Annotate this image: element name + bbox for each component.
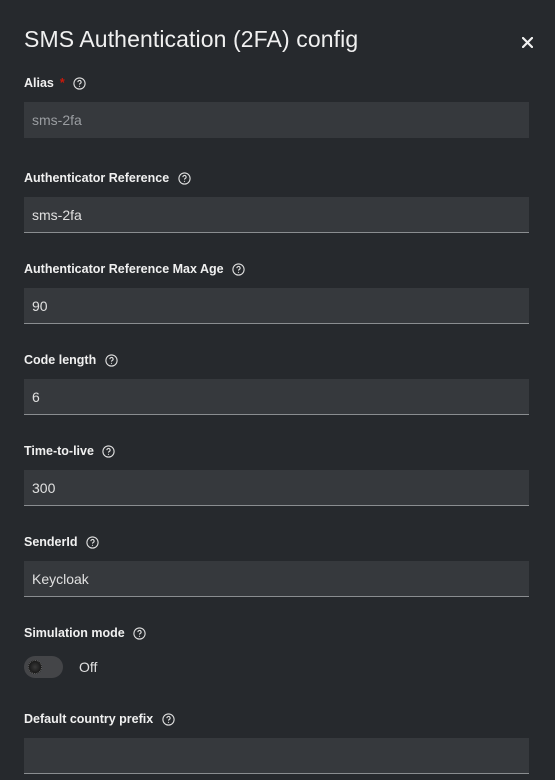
simulation-mode-field: Simulation mode Off	[24, 622, 529, 680]
config-modal: SMS Authentication (2FA) config Alias * …	[0, 0, 555, 780]
authenticator-reference-label: Authenticator Reference	[24, 171, 170, 185]
authenticator-reference-max-age-input[interactable]	[24, 288, 529, 324]
question-circle-icon[interactable]	[102, 444, 116, 458]
modal-title: SMS Authentication (2FA) config	[24, 26, 359, 52]
code-length-field: Code length	[24, 349, 529, 415]
question-circle-icon[interactable]	[161, 712, 175, 726]
authenticator-reference-field: Authenticator Reference	[24, 167, 529, 233]
question-circle-icon[interactable]	[86, 535, 100, 549]
sender-id-label-row: SenderId	[24, 531, 529, 553]
default-country-prefix-label-row: Default country prefix	[24, 708, 529, 730]
question-circle-icon[interactable]	[177, 171, 191, 185]
alias-label: Alias	[24, 76, 54, 90]
time-to-live-label: Time-to-live	[24, 444, 94, 458]
sender-id-input[interactable]	[24, 561, 529, 597]
question-circle-icon[interactable]	[104, 353, 118, 367]
simulation-mode-state: Off	[79, 659, 98, 675]
alias-input[interactable]	[24, 102, 529, 138]
max-age-label-row: Authenticator Reference Max Age	[24, 258, 529, 280]
simulation-mode-switch[interactable]	[24, 656, 63, 678]
authenticator-reference-max-age-label: Authenticator Reference Max Age	[24, 262, 224, 276]
question-circle-icon[interactable]	[232, 262, 246, 276]
code-length-label: Code length	[24, 353, 97, 367]
time-to-live-label-row: Time-to-live	[24, 440, 529, 462]
question-circle-icon[interactable]	[133, 626, 147, 640]
sender-id-field: SenderId	[24, 531, 529, 597]
authenticator-reference-label-row: Authenticator Reference	[24, 167, 529, 189]
simulation-mode-toggle-row: Off	[24, 654, 529, 680]
switch-knob	[28, 660, 42, 674]
required-asterisk: *	[59, 76, 65, 90]
alias-label-row: Alias *	[24, 72, 529, 94]
close-button[interactable]	[515, 30, 539, 54]
simulation-mode-label-row: Simulation mode	[24, 622, 529, 644]
alias-field: Alias *	[24, 72, 529, 138]
modal-header: SMS Authentication (2FA) config	[24, 0, 533, 72]
authenticator-reference-input[interactable]	[24, 197, 529, 233]
default-country-prefix-input[interactable]	[24, 738, 529, 774]
authenticator-reference-max-age-field: Authenticator Reference Max Age	[24, 258, 529, 324]
simulation-mode-label: Simulation mode	[24, 626, 125, 640]
time-to-live-field: Time-to-live	[24, 440, 529, 506]
sender-id-label: SenderId	[24, 535, 78, 549]
default-country-prefix-label: Default country prefix	[24, 712, 154, 726]
time-to-live-input[interactable]	[24, 470, 529, 506]
question-circle-icon[interactable]	[73, 76, 87, 90]
code-length-label-row: Code length	[24, 349, 529, 371]
close-icon	[521, 36, 533, 48]
code-length-input[interactable]	[24, 379, 529, 415]
default-country-prefix-field: Default country prefix	[24, 708, 529, 774]
